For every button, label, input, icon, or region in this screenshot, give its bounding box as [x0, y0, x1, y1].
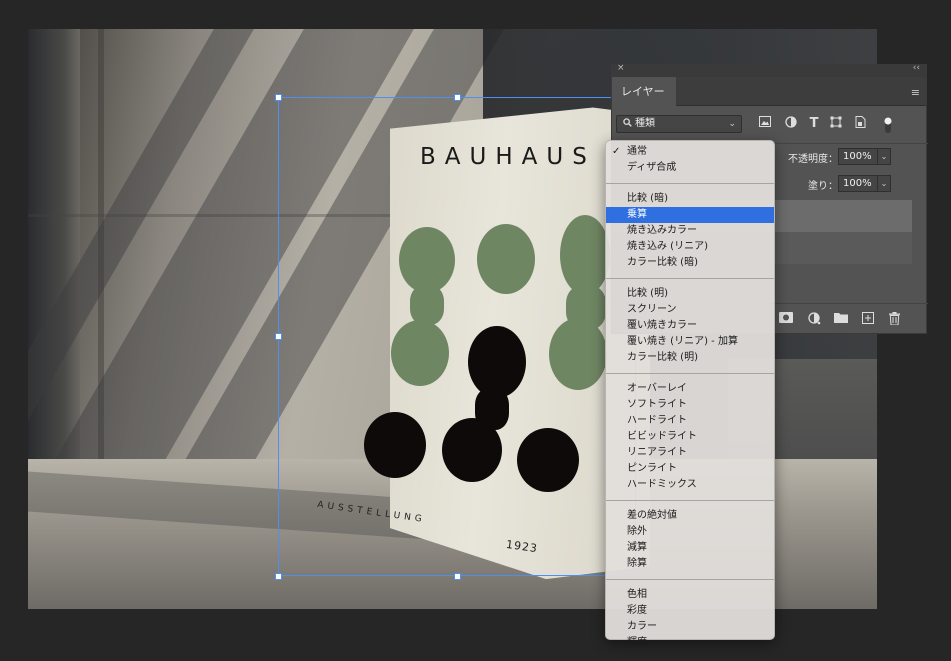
fill-input[interactable]: 100% — [838, 175, 878, 192]
blend-mode-label: 除外 — [627, 526, 647, 537]
blend-mode-item[interactable]: 覆い焼き (リニア) - 加算 — [606, 334, 774, 350]
blend-mode-item[interactable]: ✓ 通常 — [606, 144, 774, 160]
adjustment-filter-icon[interactable] — [783, 116, 799, 132]
transform-handle-middle-left[interactable] — [275, 333, 282, 340]
new-layer-icon[interactable] — [860, 312, 876, 326]
fill-chevron-icon[interactable]: ⌄ — [877, 175, 891, 192]
add-mask-icon[interactable] — [778, 312, 794, 326]
pixel-filter-icon[interactable] — [757, 116, 773, 132]
blend-mode-label: カラー — [627, 621, 657, 632]
opacity-chevron-icon[interactable]: ⌄ — [877, 148, 891, 165]
blend-mode-label: 通常 — [627, 146, 647, 157]
blend-mode-item[interactable]: カラー — [606, 619, 774, 635]
blend-mode-item[interactable]: 覆い焼きカラー — [606, 318, 774, 334]
blend-mode-item[interactable]: カラー比較 (明) — [606, 350, 774, 366]
blend-mode-label: ディザ合成 — [627, 162, 677, 173]
blend-mode-label: 覆い焼きカラー — [627, 320, 697, 331]
blend-mode-item[interactable]: オーバーレイ — [606, 381, 774, 397]
opacity-input[interactable]: 100% — [838, 148, 878, 165]
filter-kind-label: 種類 — [635, 118, 655, 129]
blend-mode-item[interactable]: カラー比較 (暗) — [606, 255, 774, 271]
adjustment-layer-icon[interactable] — [806, 312, 822, 326]
transform-handle-bottom-center[interactable] — [454, 573, 461, 580]
blend-mode-item[interactable]: ハードライト — [606, 413, 774, 429]
shape-filter-icon[interactable] — [828, 116, 844, 132]
transform-handle-top-center[interactable] — [454, 94, 461, 101]
panel-title-strip: × ‹‹ — [612, 63, 926, 77]
blend-mode-item[interactable]: 輝度 — [606, 635, 774, 651]
blend-mode-label: 除算 — [627, 558, 647, 569]
blend-mode-label: 減算 — [627, 542, 647, 553]
menu-separator — [606, 373, 774, 374]
blend-mode-menu: ✓ 通常 ディザ合成 比較 (暗) 乗算 焼き込みカラー 焼き込み (リニア) カラー比較 (… — [605, 140, 775, 648]
blend-mode-item[interactable]: ディザ合成 — [606, 160, 774, 176]
menu-separator — [606, 500, 774, 501]
checkmark-icon: ✓ — [612, 146, 621, 157]
blend-mode-item[interactable]: ピンライト — [606, 461, 774, 477]
blend-mode-item[interactable]: 差の絶対値 — [606, 508, 774, 524]
blend-mode-label: ハードライト — [627, 415, 687, 426]
blend-mode-item[interactable]: 色相 — [606, 587, 774, 603]
blend-mode-label: 焼き込みカラー — [627, 225, 697, 236]
collapse-icon[interactable]: ‹‹ — [913, 63, 920, 73]
type-filter-icon[interactable]: T — [806, 116, 822, 132]
blend-mode-label: 輝度 — [627, 637, 647, 648]
blend-mode-item[interactable]: ビビッドライト — [606, 429, 774, 445]
blend-mode-label: ハードミックス — [627, 479, 697, 490]
blend-mode-label: ピンライト — [627, 463, 677, 474]
blend-mode-item[interactable]: 彩度 — [606, 603, 774, 619]
blend-mode-item[interactable]: リニアライト — [606, 445, 774, 461]
menu-separator — [606, 278, 774, 279]
search-icon — [623, 118, 632, 127]
trash-icon[interactable] — [886, 312, 902, 326]
filter-toggle-icon[interactable] — [880, 116, 896, 133]
fill-label: 塗り： — [808, 181, 838, 192]
blend-mode-label: ビビッドライト — [627, 431, 697, 442]
folder-icon[interactable] — [833, 312, 849, 326]
blend-mode-label: オーバーレイ — [627, 383, 687, 394]
blend-mode-item[interactable]: 焼き込み (リニア) — [606, 239, 774, 255]
blend-mode-label: 焼き込み (リニア) — [627, 241, 708, 252]
transform-handle-top-left[interactable] — [275, 94, 282, 101]
menu-separator — [606, 183, 774, 184]
blend-mode-label: 乗算 — [627, 209, 647, 220]
layer-filter-row: 種類 ⌄ T — [612, 107, 928, 137]
opacity-label: 不透明度： — [788, 154, 838, 165]
menu-separator — [606, 579, 774, 580]
blend-mode-label: 比較 (暗) — [627, 193, 668, 204]
blend-mode-item[interactable]: 比較 (明) — [606, 286, 774, 302]
blend-mode-item[interactable]: 焼き込みカラー — [606, 223, 774, 239]
chevron-down-icon: ⌄ — [728, 119, 736, 129]
blend-mode-label: 色相 — [627, 589, 647, 600]
blend-mode-item[interactable]: 乗算 — [606, 207, 774, 223]
blend-mode-item[interactable]: 除算 — [606, 556, 774, 572]
blend-mode-label: カラー比較 (明) — [627, 352, 698, 363]
blend-mode-item[interactable]: 比較 (暗) — [606, 191, 774, 207]
blend-mode-item[interactable]: ハードミックス — [606, 477, 774, 493]
blend-mode-item[interactable]: 減算 — [606, 540, 774, 556]
tab-layers[interactable]: レイヤー — [612, 77, 676, 106]
blend-mode-label: ソフトライト — [627, 399, 687, 410]
filter-kind-select[interactable]: 種類 ⌄ — [616, 115, 742, 133]
blend-mode-item[interactable]: 除外 — [606, 524, 774, 540]
close-icon[interactable]: × — [617, 63, 625, 73]
blend-mode-label: 比較 (明) — [627, 288, 668, 299]
blend-mode-item[interactable]: ソフトライト — [606, 397, 774, 413]
blend-mode-label: 彩度 — [627, 605, 647, 616]
panel-menu-icon[interactable]: ≡ — [911, 86, 920, 99]
panel-tab-bar: レイヤー ≡ — [612, 77, 926, 106]
photoshop-workspace: BAUHAUS AUSSTELLUNG 1923 × ‹‹ レイヤー ≡ 種類 … — [0, 0, 951, 661]
blend-mode-label: リニアライト — [627, 447, 687, 458]
blend-mode-label: スクリーン — [627, 304, 677, 315]
blend-mode-item[interactable]: スクリーン — [606, 302, 774, 318]
transform-bounding-box[interactable] — [278, 97, 636, 576]
blend-mode-label: カラー比較 (暗) — [627, 257, 698, 268]
blend-mode-label: 覆い焼き (リニア) - 加算 — [627, 336, 738, 347]
transform-handle-bottom-left[interactable] — [275, 573, 282, 580]
smart-object-filter-icon[interactable] — [852, 116, 868, 132]
blend-mode-label: 差の絶対値 — [627, 510, 677, 521]
